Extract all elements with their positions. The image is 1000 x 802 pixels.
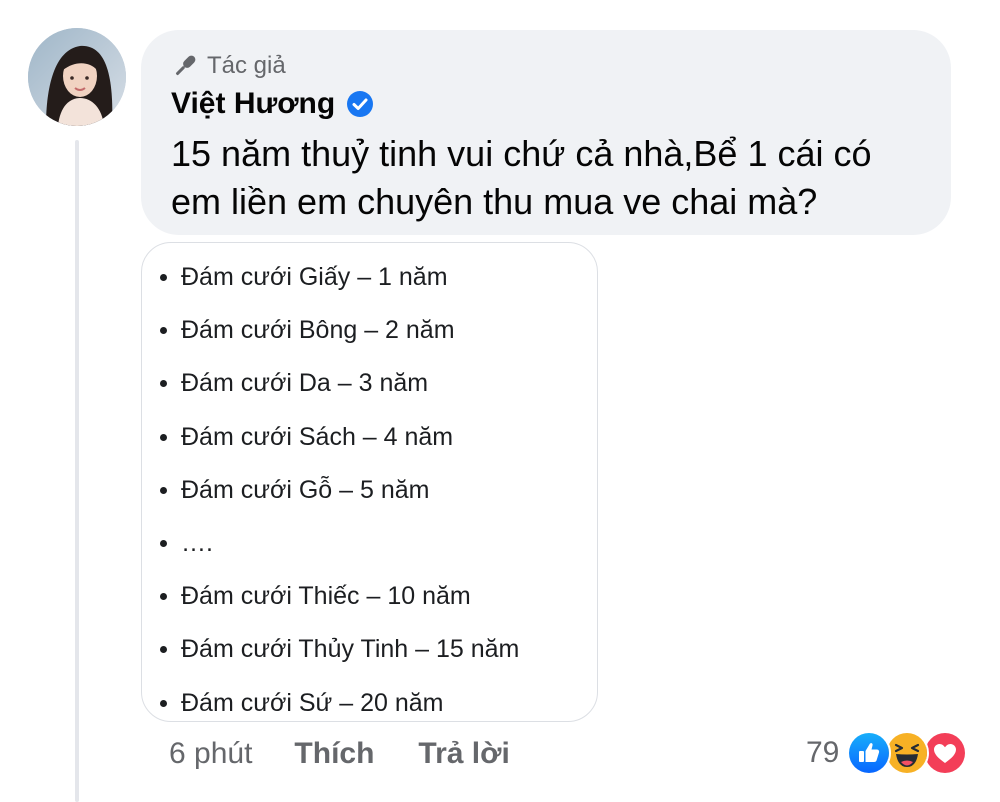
bullet-icon xyxy=(160,380,167,388)
list-item: Đám cưới Gỗ – 5 năm xyxy=(160,464,519,517)
list-item: Đám cưới Sứ – 20 năm xyxy=(160,677,519,730)
bullet-icon xyxy=(160,274,167,282)
bullet-icon xyxy=(160,699,167,707)
haha-icon xyxy=(885,731,930,775)
list-item: Đám cưới Bông – 2 năm xyxy=(160,304,519,357)
comment-timestamp[interactable]: 6 phút xyxy=(169,737,252,771)
author-name-text[interactable]: Việt Hương xyxy=(171,87,335,121)
like-icon xyxy=(847,731,892,775)
list-item: Đám cưới Thủy Tinh – 15 năm xyxy=(160,623,519,676)
bullet-icon xyxy=(160,540,167,548)
avatar[interactable] xyxy=(28,28,126,126)
reaction-summary[interactable]: 79 xyxy=(806,730,968,776)
comment-text: 15 năm thuỷ tinh vui chứ cả nhà,Bể 1 cái… xyxy=(171,133,872,222)
bullet-icon xyxy=(160,327,167,335)
bullet-icon xyxy=(160,593,167,601)
author-badge-label: Tác giả xyxy=(207,52,286,79)
comment-bubble: Tác giả Việt Hương 15 năm thuỷ tinh vui … xyxy=(141,30,951,235)
list-item: …. xyxy=(160,517,519,570)
comment-attachment[interactable]: Đám cưới Giấy – 1 năm Đám cưới Bông – 2 … xyxy=(141,242,598,722)
bullet-icon xyxy=(160,486,167,494)
bullet-icon xyxy=(160,433,167,441)
microphone-icon xyxy=(171,52,199,80)
author-name[interactable]: Việt Hương xyxy=(171,87,375,121)
verified-icon xyxy=(345,89,375,119)
reaction-count[interactable]: 79 xyxy=(806,736,839,770)
list-item: Đám cưới Sách – 4 năm xyxy=(160,411,519,464)
like-button[interactable]: Thích xyxy=(294,737,374,771)
author-badge: Tác giả xyxy=(171,52,286,80)
list-item: Đám cưới Thiếc – 10 năm xyxy=(160,570,519,623)
list-item: Đám cưới Da – 3 năm xyxy=(160,357,519,410)
comment-actions: 6 phút Thích Trả lời xyxy=(169,732,554,776)
bullet-icon xyxy=(160,646,167,654)
attachment-list: Đám cưới Giấy – 1 năm Đám cưới Bông – 2 … xyxy=(160,251,519,730)
list-item: Đám cưới Giấy – 1 năm xyxy=(160,251,519,304)
reaction-icons[interactable] xyxy=(847,731,968,775)
thread-line xyxy=(75,140,79,802)
reply-button[interactable]: Trả lời xyxy=(418,737,509,771)
love-icon xyxy=(923,731,968,775)
